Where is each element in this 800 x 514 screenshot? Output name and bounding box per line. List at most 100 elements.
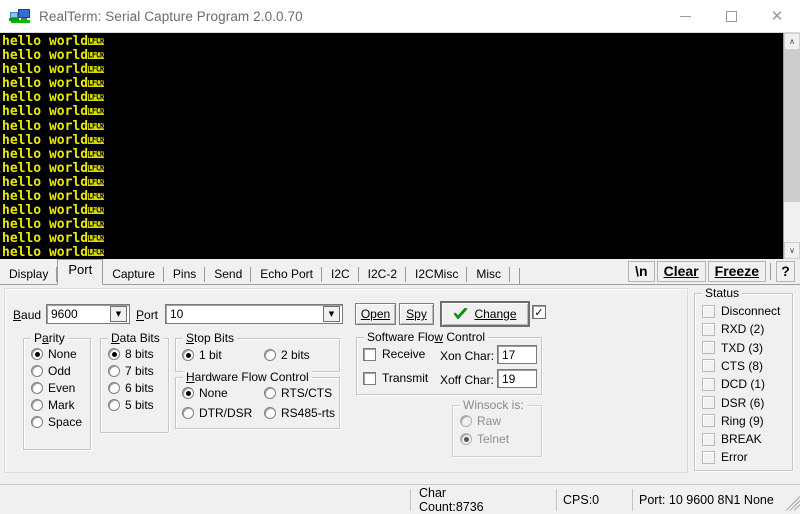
newline-button[interactable]: \n [628, 260, 655, 282]
chevron-down-icon[interactable]: ▼ [323, 306, 340, 322]
window-title: RealTerm: Serial Capture Program 2.0.0.7… [39, 8, 303, 24]
open-button[interactable]: Open [355, 303, 396, 325]
parity-radio-odd[interactable]: Odd [31, 364, 71, 378]
port-label: Port [136, 308, 159, 322]
radio-dot [264, 387, 276, 399]
tab-i2c-2[interactable]: I2C-2 [358, 264, 407, 284]
tab-capture[interactable]: Capture [103, 264, 164, 284]
hardware-flow-control-radio-rts-cts[interactable]: RTS/CTS [264, 386, 332, 400]
terminal-line: hello worldLFCR [2, 34, 104, 49]
terminal-line: hello worldLFCR [2, 48, 104, 64]
close-button[interactable]: ✕ [754, 0, 800, 32]
status-led-icon [702, 450, 715, 464]
receive-label: Receive [382, 347, 426, 361]
terminal-line: hello worldLFCR [2, 90, 104, 106]
tab-port[interactable]: Port [57, 259, 104, 285]
scroll-down-button[interactable]: ∨ [784, 242, 800, 259]
status-indicator-error[interactable]: Error [702, 450, 748, 464]
change-button[interactable]: Change [440, 301, 530, 327]
control-char-glyph: LF [88, 148, 96, 159]
port-value: 10 [170, 307, 184, 321]
green-check-icon [453, 307, 468, 321]
scroll-up-button[interactable]: ∧ [784, 33, 800, 50]
status-indicator-label: DCD (1) [721, 377, 765, 392]
tab-send[interactable]: Send [205, 264, 252, 284]
status-indicator-dsr-6-[interactable]: DSR (6) [702, 396, 764, 410]
terminal-scrollbar[interactable]: ∧ ∨ [783, 33, 800, 259]
xon-char-input[interactable]: 17 [497, 345, 537, 364]
software-flow-control-group: Software Flow Control Receive Xon Char: … [356, 330, 542, 395]
radio-label: 8 bits [125, 347, 154, 361]
help-button[interactable]: ? [776, 260, 795, 282]
radio-dot [31, 365, 43, 377]
tab-label: Misc [476, 267, 502, 281]
resize-grip-icon[interactable] [783, 494, 800, 512]
tab-i2cmisc[interactable]: I2CMisc [406, 264, 468, 284]
tab-label: I2C-2 [367, 267, 398, 281]
status-indicator-label: Disconnect [721, 304, 781, 318]
status-indicator-dcd-1-[interactable]: DCD (1) [702, 377, 765, 391]
radio-dot [108, 348, 120, 360]
clear-button[interactable]: Clear [656, 260, 706, 282]
control-char-glyph: LF [88, 219, 96, 230]
baud-value: 9600 [51, 307, 78, 321]
change-auto-checkbox[interactable]: ✓ [532, 305, 546, 319]
parity-radio-none[interactable]: None [31, 347, 77, 361]
terminal-line: hello worldLFCR [2, 104, 104, 120]
tab-label: Send [214, 267, 243, 281]
control-char-glyph: CR [95, 78, 104, 89]
freeze-button[interactable]: Freeze [707, 260, 766, 282]
tab-display[interactable]: Display [0, 264, 58, 284]
stop-bits-radio-2-bits[interactable]: 2 bits [264, 348, 310, 362]
status-indicator-break[interactable]: BREAK [702, 432, 762, 446]
tab-i2c[interactable]: I2C [321, 264, 359, 284]
terminal-line: hello worldLFCR [2, 132, 104, 148]
control-char-glyph: CR [95, 190, 104, 201]
status-indicator-rxd-2-[interactable]: RXD (2) [702, 322, 764, 336]
status-indicator-ring-9-[interactable]: Ring (9) [702, 414, 764, 428]
xoff-char-input[interactable]: 19 [497, 369, 537, 388]
hardware-flow-control-radio-dtr-dsr[interactable]: DTR/DSR [182, 406, 252, 420]
status-led-icon [702, 414, 715, 428]
hardware-flow-control-radio-none[interactable]: None [182, 386, 228, 400]
status-led-icon [702, 322, 715, 336]
parity-radio-space[interactable]: Space [31, 415, 82, 429]
data-bits-radio-5-bits[interactable]: 5 bits [108, 398, 154, 412]
scrollbar-track[interactable] [784, 50, 800, 242]
maximize-button[interactable] [708, 0, 754, 32]
parity-radio-mark[interactable]: Mark [31, 398, 75, 412]
tab-label: Capture [112, 267, 155, 281]
terminal-line: hello worldLFCR [2, 146, 104, 162]
chevron-down-icon[interactable]: ▼ [110, 306, 127, 322]
data-bits-radio-7-bits[interactable]: 7 bits [108, 364, 154, 378]
data-bits-radio-6-bits[interactable]: 6 bits [108, 381, 154, 395]
status-indicator-cts-8-[interactable]: CTS (8) [702, 359, 763, 373]
radio-dot [31, 416, 43, 428]
hardware-flow-control-group-title: Hardware Flow Control [183, 370, 312, 384]
winsock-radio-telnet[interactable]: Telnet [460, 432, 509, 446]
minimize-button[interactable] [662, 0, 708, 32]
status-indicator-txd-3-[interactable]: TXD (3) [702, 341, 763, 355]
radio-label: RTS/CTS [281, 386, 333, 400]
transmit-checkbox[interactable]: Transmit [363, 371, 428, 385]
data-bits-radio-8-bits[interactable]: 8 bits [108, 347, 154, 361]
stop-bits-radio-1-bit[interactable]: 1 bit [182, 348, 222, 362]
baud-combo[interactable]: 9600 ▼ [46, 304, 130, 324]
winsock-radio-raw[interactable]: Raw [460, 414, 501, 428]
terminal-line: hello worldLFCR [2, 160, 104, 176]
scrollbar-thumb[interactable] [784, 50, 800, 202]
tab-misc[interactable]: Misc [467, 264, 511, 284]
status-indicator-disconnect[interactable]: Disconnect [702, 304, 780, 318]
parity-radio-even[interactable]: Even [31, 381, 75, 395]
radio-label: Space [48, 415, 83, 429]
radio-label: 1 bit [199, 348, 222, 362]
receive-checkbox[interactable]: Receive [363, 347, 425, 361]
radio-label: None [48, 347, 77, 361]
spy-button[interactable]: Spy [399, 303, 434, 325]
tab-echo-port[interactable]: Echo Port [251, 264, 322, 284]
hardware-flow-control-radio-rs485-rts[interactable]: RS485-rts [264, 406, 335, 420]
terminal-output[interactable]: hello worldLFCR hello worldLFCR hello worl… [0, 33, 783, 259]
port-combo[interactable]: 10 ▼ [165, 304, 343, 324]
terminal-line: hello worldLFCR [2, 118, 104, 134]
tab-pins[interactable]: Pins [163, 264, 206, 284]
